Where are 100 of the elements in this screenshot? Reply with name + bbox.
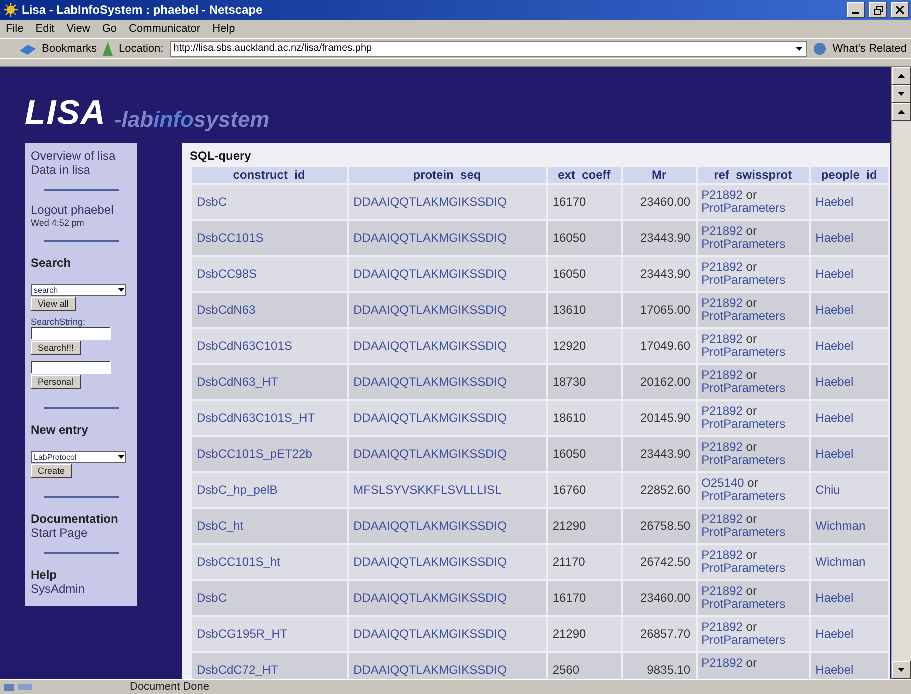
or-text: or bbox=[746, 440, 757, 454]
swissprot-link[interactable]: P21892 bbox=[702, 656, 743, 670]
form-button[interactable]: View all bbox=[31, 297, 76, 311]
table-cell[interactable]: DDAAIQQTLAKMGIKSSDIQ bbox=[348, 293, 546, 327]
table-cell[interactable]: DDAAIQQTLAKMGIKSSDIQ bbox=[348, 365, 546, 399]
swissprot-link[interactable]: P21892 bbox=[702, 260, 743, 274]
table-cell[interactable]: Haebel bbox=[810, 581, 888, 615]
swissprot-link[interactable]: P21892 bbox=[702, 188, 743, 202]
table-cell[interactable]: DsbCdN63C101S bbox=[192, 329, 347, 363]
table-cell[interactable]: DsbCC101S_pET22b bbox=[192, 437, 347, 471]
form-button[interactable]: Personal bbox=[31, 375, 81, 389]
sidebar-link[interactable]: Overview of lisa bbox=[31, 149, 116, 163]
table-cell[interactable]: DsbC_ht bbox=[192, 509, 347, 543]
table-cell[interactable]: DDAAIQQTLAKMGIKSSDIQ bbox=[348, 617, 546, 651]
table-cell: 21290 bbox=[548, 509, 622, 543]
table-cell[interactable]: DDAAIQQTLAKMGIKSSDIQ bbox=[348, 581, 546, 615]
table-cell[interactable]: DDAAIQQTLAKMGIKSSDIQ bbox=[348, 329, 546, 363]
protparameters-link[interactable]: ProtParameters bbox=[702, 273, 786, 287]
table-cell[interactable]: DsbCdN63C101S_HT bbox=[192, 401, 347, 435]
table-cell[interactable]: DDAAIQQTLAKMGIKSSDIQ bbox=[348, 257, 546, 291]
table-cell[interactable]: Chiu bbox=[810, 473, 888, 507]
protparameters-link[interactable]: ProtParameters bbox=[702, 453, 786, 467]
table-cell[interactable]: Haebel bbox=[810, 653, 888, 679]
swissprot-link[interactable]: P21892 bbox=[702, 404, 743, 418]
form-button[interactable]: Create bbox=[31, 464, 72, 478]
table-cell[interactable]: Wichman bbox=[810, 509, 888, 543]
table-cell[interactable]: DDAAIQQTLAKMGIKSSDIQ bbox=[348, 545, 546, 579]
table-cell[interactable]: DsbCC101S bbox=[192, 221, 347, 255]
menu-item[interactable]: View bbox=[66, 23, 90, 35]
table-cell[interactable]: DsbCG195R_HT bbox=[192, 617, 347, 651]
dropdown-select[interactable]: search bbox=[31, 284, 126, 296]
protparameters-link[interactable]: ProtParameters bbox=[702, 237, 786, 251]
protparameters-link[interactable]: ProtParameters bbox=[702, 489, 786, 503]
scrollbar[interactable] bbox=[891, 67, 911, 679]
table-cell[interactable]: Haebel bbox=[810, 437, 888, 471]
table-cell[interactable]: Haebel bbox=[810, 329, 888, 363]
sidebar-link[interactable]: SysAdmin bbox=[31, 582, 86, 596]
swissprot-link[interactable]: P21892 bbox=[702, 512, 743, 526]
table-cell[interactable]: MFSLSYVSKKFLSVLLLISL bbox=[348, 473, 546, 507]
table-cell[interactable]: DDAAIQQTLAKMGIKSSDIQ bbox=[348, 401, 546, 435]
protparameters-link[interactable]: ProtParameters bbox=[702, 633, 786, 647]
table-cell[interactable]: Haebel bbox=[810, 257, 888, 291]
sidebar-link[interactable]: Logout phaebel bbox=[31, 203, 114, 217]
table-cell[interactable]: Haebel bbox=[810, 221, 888, 255]
menu-item[interactable]: Edit bbox=[36, 23, 55, 35]
table-cell[interactable]: DsbCC98S bbox=[192, 257, 347, 291]
swissprot-link[interactable]: O25140 bbox=[702, 476, 744, 490]
table-cell[interactable]: Haebel bbox=[810, 185, 888, 219]
swissprot-link[interactable]: P21892 bbox=[702, 332, 743, 346]
table-cell[interactable]: DsbCdN63 bbox=[192, 293, 347, 327]
swissprot-link[interactable]: P21892 bbox=[702, 224, 743, 238]
table-cell[interactable]: DDAAIQQTLAKMGIKSSDIQ bbox=[348, 221, 546, 255]
protparameters-link[interactable]: ProtParameters bbox=[702, 309, 786, 323]
table-cell[interactable]: DsbCdN63_HT bbox=[192, 365, 347, 399]
table-cell: 20162.00 bbox=[623, 365, 696, 399]
table-cell[interactable]: Wichman bbox=[810, 545, 888, 579]
sidebar-link[interactable]: Start Page bbox=[31, 526, 88, 540]
table-cell[interactable]: DDAAIQQTLAKMGIKSSDIQ bbox=[348, 437, 546, 471]
or-text: or bbox=[746, 224, 757, 238]
input-field[interactable] bbox=[31, 327, 111, 340]
table-cell[interactable]: DsbCC101S_ht bbox=[192, 545, 347, 579]
protparameters-link[interactable]: ProtParameters bbox=[702, 525, 786, 539]
table-cell[interactable]: DsbCdC72_HT bbox=[192, 653, 347, 679]
bookmarks-button[interactable]: Bookmarks bbox=[42, 42, 98, 54]
url-field[interactable]: http://lisa.sbs.auckland.ac.nz/lisa/frames.php bbox=[170, 40, 807, 56]
table-cell[interactable]: Haebel bbox=[810, 293, 888, 327]
menu-item[interactable]: Communicator bbox=[129, 23, 201, 35]
swissprot-link[interactable]: P21892 bbox=[702, 584, 743, 598]
swissprot-link[interactable]: P21892 bbox=[702, 548, 743, 562]
table-cell[interactable]: DDAAIQQTLAKMGIKSSDIQ bbox=[348, 509, 546, 543]
table-cell[interactable]: DsbC_hp_pelB bbox=[192, 473, 347, 507]
protparameters-link[interactable]: ProtParameters bbox=[702, 381, 786, 395]
input-field[interactable] bbox=[31, 361, 111, 374]
menu-item[interactable]: Go bbox=[102, 23, 118, 35]
table-cell[interactable]: Haebel bbox=[810, 617, 888, 651]
minimize-button[interactable] bbox=[847, 2, 865, 18]
table-cell[interactable]: Haebel bbox=[810, 401, 888, 435]
protparameters-link[interactable]: ProtParameters bbox=[702, 201, 786, 215]
menu-item[interactable]: File bbox=[6, 23, 24, 35]
sidebar-link[interactable]: Data in lisa bbox=[31, 163, 90, 177]
close-button[interactable] bbox=[891, 2, 909, 18]
table-cell[interactable]: DsbC bbox=[192, 581, 347, 615]
restore-button[interactable] bbox=[869, 2, 887, 18]
swissprot-link[interactable]: P21892 bbox=[702, 620, 743, 634]
whats-related-button[interactable]: What's Related bbox=[832, 42, 907, 54]
swissprot-link[interactable]: P21892 bbox=[702, 440, 743, 454]
form-button[interactable]: Search!!! bbox=[31, 341, 82, 355]
protparameters-link[interactable]: ProtParameters bbox=[702, 561, 786, 575]
table-cell[interactable]: DsbC bbox=[192, 185, 347, 219]
menu-item[interactable]: Help bbox=[212, 23, 236, 35]
swissprot-link[interactable]: P21892 bbox=[702, 368, 743, 382]
table-cell[interactable]: DDAAIQQTLAKMGIKSSDIQ bbox=[348, 653, 546, 679]
table-cell[interactable]: DDAAIQQTLAKMGIKSSDIQ bbox=[348, 185, 546, 219]
dropdown-select[interactable]: LabProtocol bbox=[31, 451, 126, 463]
protparameters-link[interactable]: ProtParameters bbox=[702, 345, 786, 359]
swissprot-link[interactable]: P21892 bbox=[702, 296, 743, 310]
protparameters-link[interactable]: ProtParameters bbox=[702, 597, 786, 611]
protparameters-link[interactable]: ProtParameters bbox=[702, 417, 786, 431]
table-cell[interactable]: Haebel bbox=[810, 365, 888, 399]
or-text: or bbox=[746, 260, 757, 274]
